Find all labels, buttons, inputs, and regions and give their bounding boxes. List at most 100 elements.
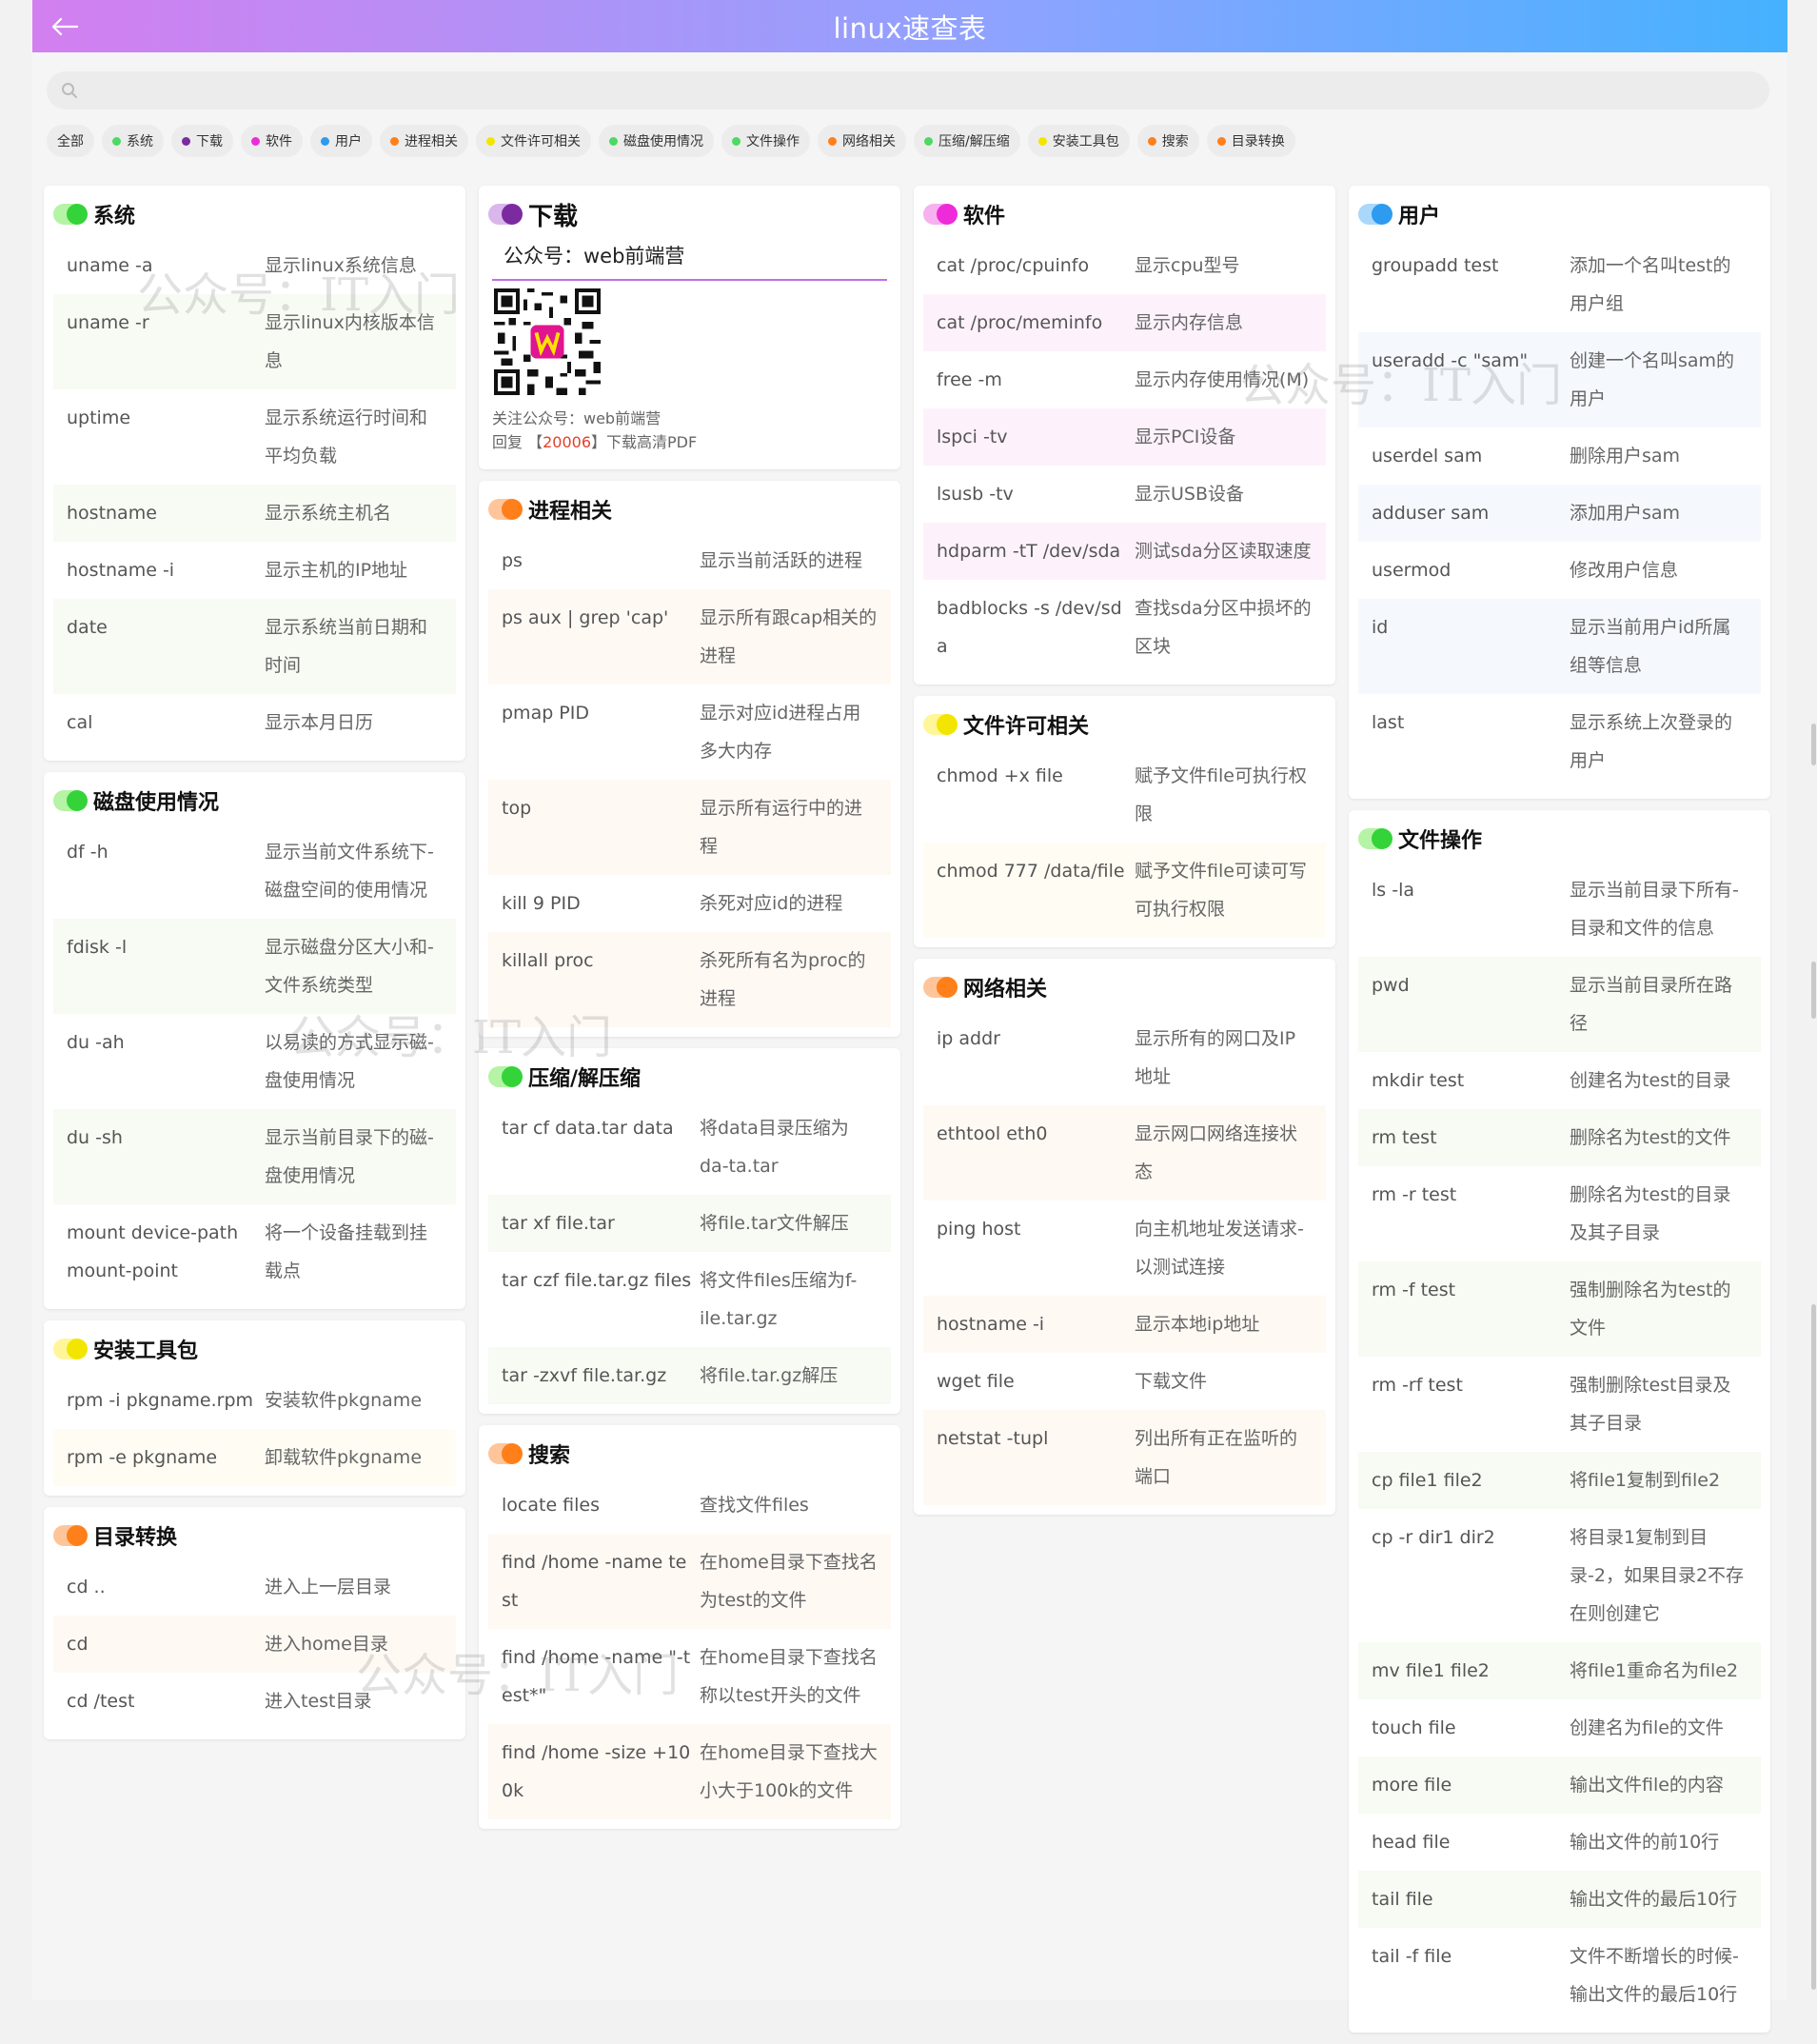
command-row[interactable]: cd 进入home目录 (53, 1616, 456, 1673)
command-row[interactable]: cat /proc/meminfo 显示内存信息 (923, 294, 1326, 351)
command-row[interactable]: cal 显示本月日历 (53, 694, 456, 751)
command-text: du -ah (67, 1032, 125, 1053)
command-row[interactable]: find /home -name "-test*" 在home目录下查找名称以te… (488, 1629, 891, 1724)
promo-block: 公众号：web前端营 关注公众号：web前端营 回复 【20006】下载高清PD… (488, 237, 891, 460)
command-row[interactable]: id 显示当前用户id所属组等信息 (1358, 599, 1761, 694)
command-row[interactable]: hostname -i 显示本地ip地址 (923, 1296, 1326, 1353)
command-row[interactable]: useradd -c "sam" 创建一个名叫sam的用户 (1358, 332, 1761, 427)
command-row[interactable]: hostname 显示系统主机名 (53, 485, 456, 542)
command-row[interactable]: tar -zxvf file.tar.gz 将file.tar.gz解压 (488, 1347, 891, 1404)
command-row[interactable]: rpm -e pkgname 卸载软件pkgname (53, 1429, 456, 1486)
filter-chip[interactable]: 压缩/解压缩 (914, 125, 1020, 157)
command-row[interactable]: tar czf file.tar.gz files 将文件files压缩为f-il… (488, 1252, 891, 1347)
command-row[interactable]: lsusb -tv 显示USB设备 (923, 466, 1326, 523)
command-text: mv file1 file2 (1372, 1660, 1490, 1681)
search-bar[interactable] (47, 71, 1769, 109)
filter-chip[interactable]: 系统 (102, 125, 164, 157)
command-description: 杀死所有名为proc的进程 (700, 950, 866, 1009)
command-row[interactable]: netstat -tupl 列出所有正在监听的端口 (923, 1410, 1326, 1505)
command-row[interactable]: free -m 显示内存使用情况(M) (923, 351, 1326, 408)
command-row[interactable]: wget file 下载文件 (923, 1353, 1326, 1410)
scrollbar-thumb[interactable] (1811, 1304, 1816, 1990)
command-row[interactable]: cp file1 file2 将file1复制到file2 (1358, 1452, 1761, 1509)
command-row[interactable]: tail -f file 文件不断增长的时候-输出文件的最后10行 (1358, 1928, 1761, 2023)
command-row[interactable]: cd /test 进入test目录 (53, 1673, 456, 1730)
filter-chip[interactable]: 全部 (47, 125, 94, 157)
command-row[interactable]: cp -r dir1 dir2 将目录1复制到目录-2，如果目录2不存在则创建它 (1358, 1509, 1761, 1642)
command-row[interactable]: rm -rf test 强制删除test目录及其子目录 (1358, 1357, 1761, 1452)
command-row[interactable]: df -h 显示当前文件系统下-磁盘空间的使用情况 (53, 824, 456, 919)
back-button[interactable] (46, 10, 84, 44)
command-row[interactable]: touch file 创建名为file的文件 (1358, 1699, 1761, 1756)
command-row[interactable]: tar xf file.tar 将file.tar文件解压 (488, 1195, 891, 1252)
command-row[interactable]: du -ah 以易读的方式显示磁-盘使用情况 (53, 1014, 456, 1109)
command-row[interactable]: groupadd test 添加一个名叫test的用户组 (1358, 237, 1761, 332)
command-row[interactable]: last 显示系统上次登录的用户 (1358, 694, 1761, 789)
command-row[interactable]: rm -f test 强制删除名为test的文件 (1358, 1261, 1761, 1357)
scrollbar-thumb[interactable] (1811, 724, 1816, 765)
command-row[interactable]: rm test 删除名为test的文件 (1358, 1109, 1761, 1166)
filter-chip[interactable]: 目录转换 (1206, 125, 1295, 157)
search-input[interactable] (87, 72, 1769, 109)
command-row[interactable]: adduser sam 添加用户sam (1358, 485, 1761, 542)
command-row[interactable]: date 显示系统当前日期和时间 (53, 599, 456, 694)
command-row[interactable]: mv file1 file2 将file1重命名为file2 (1358, 1642, 1761, 1699)
command-row[interactable]: du -sh 显示当前目录下的磁-盘使用情况 (53, 1109, 456, 1204)
command-row[interactable]: hostname -i 显示主机的IP地址 (53, 542, 456, 599)
command-row[interactable]: killall proc 杀死所有名为proc的进程 (488, 932, 891, 1027)
command-row[interactable]: userdel sam 删除用户sam (1358, 427, 1761, 485)
command-row[interactable]: ls -la 显示当前目录下所有-目录和文件的信息 (1358, 862, 1761, 957)
command-description: 赋予文件file可读可写可执行权限 (1135, 861, 1307, 920)
filter-chip[interactable]: 软件 (241, 125, 303, 157)
command-row[interactable]: ip addr 显示所有的网口及IP地址 (923, 1010, 1326, 1105)
command-row[interactable]: uptime 显示系统运行时间和平均负载 (53, 389, 456, 485)
filter-chip[interactable]: 用户 (310, 125, 372, 157)
command-row[interactable]: chmod +x file 赋予文件file可执行权限 (923, 747, 1326, 843)
filter-chip[interactable]: 文件许可相关 (476, 125, 591, 157)
category-dot-icon (924, 136, 933, 146)
filter-chip[interactable]: 安装工具包 (1027, 125, 1130, 157)
command-row[interactable]: head file 输出文件的前10行 (1358, 1814, 1761, 1871)
command-row[interactable]: cat /proc/cpuinfo 显示cpu型号 (923, 237, 1326, 294)
filter-chip[interactable]: 进程相关 (380, 125, 468, 157)
command-row[interactable]: mkdir test 创建名为test的目录 (1358, 1052, 1761, 1109)
command-row[interactable]: uname -a 显示linux系统信息 (53, 237, 456, 294)
command-row[interactable]: hdparm -tT /dev/sda 测试sda分区读取速度 (923, 523, 1326, 580)
command-row[interactable]: uname -r 显示linux内核版本信息 (53, 294, 456, 389)
filter-chip[interactable]: 网络相关 (818, 125, 906, 157)
command-row[interactable]: rm -r test 删除名为test的目录及其子目录 (1358, 1166, 1761, 1261)
command-row[interactable]: cd .. 进入上一层目录 (53, 1558, 456, 1616)
card-download: 下载 公众号：web前端营 关注公众号：web前端营 回复 【20006】下载高… (479, 186, 900, 469)
command-text: userdel sam (1372, 446, 1483, 466)
filter-chip[interactable]: 搜索 (1136, 125, 1199, 157)
command-description: 将文件files压缩为f-ile.tar.gz (700, 1270, 858, 1329)
command-row[interactable]: usermod 修改用户信息 (1358, 542, 1761, 599)
command-row[interactable]: more file 输出文件file的内容 (1358, 1756, 1761, 1814)
top-bar: linux速查表 (32, 0, 1787, 52)
command-row[interactable]: ethtool eth0 显示网口网络连接状态 (923, 1105, 1326, 1201)
command-row[interactable]: tar cf data.tar data 将data目录压缩为da-ta.tar (488, 1100, 891, 1195)
command-row[interactable]: badblocks -s /dev/sda 查找sda分区中损坏的区块 (923, 580, 1326, 675)
command-row[interactable]: rpm -i pkgname.rpm 安装软件pkgname (53, 1372, 456, 1429)
command-row[interactable]: find /home -size +100k 在home目录下查找大小大于100k… (488, 1724, 891, 1819)
command-row[interactable]: chmod 777 /data/file 赋予文件file可读可写可执行权限 (923, 843, 1326, 938)
command-row[interactable]: fdisk -l 显示磁盘分区大小和-文件系统类型 (53, 919, 456, 1014)
app-window: linux速查表 全部 系统 下载 软件 用户 进程相关 文件许可相关 磁盘使用情况 文件操作网… (32, 0, 1816, 2033)
command-row[interactable]: locate files 查找文件files (488, 1477, 891, 1534)
command-row[interactable]: ping host 向主机地址发送请求-以测试连接 (923, 1201, 1326, 1296)
command-row[interactable]: kill 9 PID 杀死对应id的进程 (488, 875, 891, 932)
filter-chip[interactable]: 文件操作 (721, 125, 810, 157)
command-row[interactable]: lspci -tv 显示PCI设备 (923, 408, 1326, 466)
filter-chip[interactable]: 磁盘使用情况 (599, 125, 714, 157)
scrollbar-thumb[interactable] (1811, 962, 1816, 1019)
command-row[interactable]: find /home -name test 在home目录下查找名为test的文件 (488, 1534, 891, 1629)
command-row[interactable]: ps 显示当前活跃的进程 (488, 532, 891, 589)
command-row[interactable]: tail file 输出文件的最后10行 (1358, 1871, 1761, 1928)
filter-chip[interactable]: 下载 (171, 125, 233, 157)
command-row[interactable]: pmap PID 显示对应id进程占用多大内存 (488, 685, 891, 780)
command-row[interactable]: mount device-path mount-point 将一个设备挂载到挂载点 (53, 1204, 456, 1300)
qr-code-icon[interactable] (494, 288, 601, 395)
command-row[interactable]: pwd 显示当前目录所在路径 (1358, 957, 1761, 1052)
command-row[interactable]: ps aux | grep 'cap' 显示所有跟cap相关的进程 (488, 589, 891, 685)
command-row[interactable]: top 显示所有运行中的进程 (488, 780, 891, 875)
